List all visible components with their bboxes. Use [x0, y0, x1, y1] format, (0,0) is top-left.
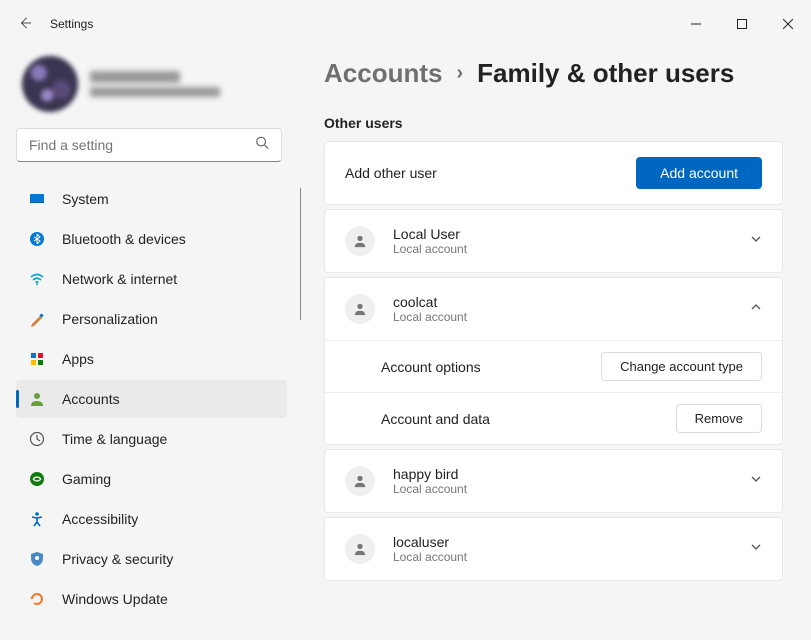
person-icon	[28, 390, 46, 408]
wifi-icon	[28, 270, 46, 288]
user-name: happy bird	[393, 466, 467, 482]
search-icon	[255, 136, 269, 155]
user-card: coolcat Local account Account options Ch…	[324, 277, 783, 445]
system-icon	[28, 190, 46, 208]
maximize-button[interactable]	[719, 8, 765, 40]
sidebar-item-personalization[interactable]: Personalization	[16, 300, 287, 338]
sidebar-item-time[interactable]: Time & language	[16, 420, 287, 458]
user-type: Local account	[393, 310, 467, 324]
user-name: Local User	[393, 226, 467, 242]
user-name: localuser	[393, 534, 467, 550]
user-name: coolcat	[393, 294, 467, 310]
bluetooth-icon	[28, 230, 46, 248]
user-card: Local User Local account	[324, 209, 783, 273]
add-account-button[interactable]: Add account	[636, 157, 762, 189]
person-icon	[345, 534, 375, 564]
person-icon	[345, 466, 375, 496]
sidebar-item-accessibility[interactable]: Accessibility	[16, 500, 287, 538]
account-options-row: Account options Change account type	[325, 340, 782, 392]
sidebar-item-label: System	[62, 191, 109, 207]
account-data-row: Account and data Remove	[325, 392, 782, 444]
window-controls	[673, 8, 811, 40]
sidebar-item-label: Accounts	[62, 391, 120, 407]
user-row[interactable]: happy bird Local account	[325, 450, 782, 512]
user-card: happy bird Local account	[324, 449, 783, 513]
update-icon	[28, 590, 46, 608]
user-type: Local account	[393, 242, 467, 256]
nav-list: System Bluetooth & devices Network & inter…	[16, 180, 300, 618]
add-user-label: Add other user	[345, 165, 437, 181]
user-row[interactable]: coolcat Local account	[325, 278, 782, 340]
close-button[interactable]	[765, 8, 811, 40]
sidebar-item-accounts[interactable]: Accounts	[16, 380, 287, 418]
sidebar-item-label: Apps	[62, 351, 94, 367]
sidebar-item-network[interactable]: Network & internet	[16, 260, 287, 298]
person-icon	[345, 226, 375, 256]
user-type: Local account	[393, 482, 467, 496]
account-data-label: Account and data	[381, 411, 490, 427]
breadcrumb-parent[interactable]: Accounts	[324, 58, 442, 89]
gaming-icon	[28, 470, 46, 488]
sidebar-item-gaming[interactable]: Gaming	[16, 460, 287, 498]
sidebar-item-label: Gaming	[62, 471, 111, 487]
profile-name-redacted	[90, 71, 220, 97]
search-input-wrap[interactable]	[16, 128, 282, 162]
sidebar-item-system[interactable]: System	[16, 180, 287, 218]
sidebar-item-privacy[interactable]: Privacy & security	[16, 540, 287, 578]
sidebar-item-label: Time & language	[62, 431, 167, 447]
brush-icon	[28, 310, 46, 328]
window-title: Settings	[50, 17, 93, 31]
sidebar-item-apps[interactable]: Apps	[16, 340, 287, 378]
account-options-label: Account options	[381, 359, 481, 375]
section-heading: Other users	[324, 115, 783, 131]
titlebar: Settings	[0, 0, 811, 48]
sidebar-item-bluetooth[interactable]: Bluetooth & devices	[16, 220, 287, 258]
sidebar-item-label: Network & internet	[62, 271, 177, 287]
chevron-right-icon: ›	[456, 62, 463, 85]
chevron-down-icon	[750, 540, 762, 558]
user-type: Local account	[393, 550, 467, 564]
shield-icon	[28, 550, 46, 568]
sidebar-item-update[interactable]: Windows Update	[16, 580, 287, 618]
breadcrumb: Accounts › Family & other users	[324, 58, 783, 89]
sidebar-item-label: Privacy & security	[62, 551, 173, 567]
add-user-row: Add other user Add account	[324, 141, 783, 205]
person-icon	[345, 294, 375, 324]
user-row[interactable]: localuser Local account	[325, 518, 782, 580]
sidebar-item-label: Accessibility	[62, 511, 138, 527]
accessibility-icon	[28, 510, 46, 528]
remove-button[interactable]: Remove	[676, 404, 762, 433]
user-card: localuser Local account	[324, 517, 783, 581]
minimize-button[interactable]	[673, 8, 719, 40]
user-expanded: Account options Change account type Acco…	[325, 340, 782, 444]
sidebar-item-label: Bluetooth & devices	[62, 231, 186, 247]
back-button[interactable]	[18, 16, 32, 33]
content: Accounts › Family & other users Other us…	[300, 48, 811, 640]
breadcrumb-current: Family & other users	[477, 58, 734, 89]
divider	[300, 188, 301, 320]
user-row[interactable]: Local User Local account	[325, 210, 782, 272]
avatar	[22, 56, 78, 112]
chevron-down-icon	[750, 232, 762, 250]
search-input[interactable]	[29, 137, 245, 153]
apps-icon	[28, 350, 46, 368]
clock-icon	[28, 430, 46, 448]
sidebar-item-label: Personalization	[62, 311, 158, 327]
sidebar: System Bluetooth & devices Network & inter…	[0, 48, 300, 640]
profile-block[interactable]	[16, 52, 300, 128]
change-account-type-button[interactable]: Change account type	[601, 352, 762, 381]
sidebar-item-label: Windows Update	[62, 591, 168, 607]
chevron-up-icon	[750, 300, 762, 318]
chevron-down-icon	[750, 472, 762, 490]
